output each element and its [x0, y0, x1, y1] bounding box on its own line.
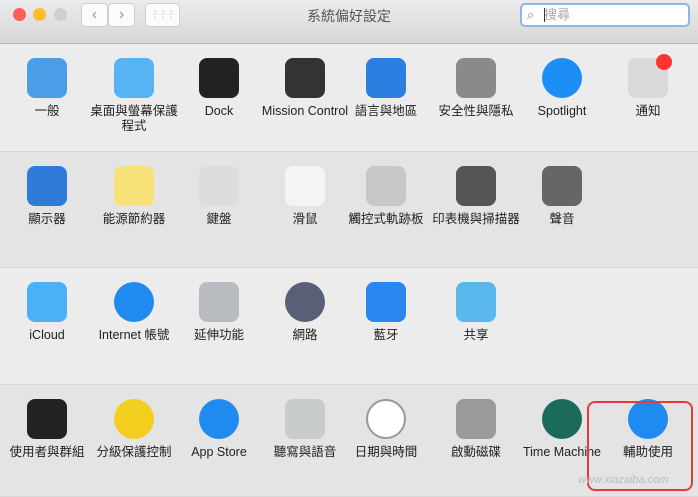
pref-item-label: 滑鼠	[292, 212, 318, 226]
pref-item[interactable]: 安全性與隱私	[432, 58, 520, 119]
pref-item[interactable]: App Store	[175, 399, 263, 460]
pref-item-label: 分級保護控制	[96, 445, 172, 459]
search-icon: ⌕	[527, 7, 535, 22]
pref-item[interactable]: Mission Control	[261, 58, 349, 119]
pref-item-label: 一般	[34, 104, 60, 118]
pref-item[interactable]: 顯示器	[3, 166, 91, 227]
keyboard-icon	[199, 166, 239, 206]
pref-item-label: 日期與時間	[354, 445, 418, 459]
pref-item-label: 印表機與掃描器	[432, 212, 520, 226]
pref-item[interactable]: 使用者與群組	[3, 399, 91, 460]
pref-item-label: 網路	[292, 328, 318, 342]
sharing-icon	[456, 282, 496, 322]
pref-item[interactable]: 滑鼠	[261, 166, 349, 227]
pref-item-label: App Store	[191, 445, 247, 459]
pref-row: iCloud Internet 帳號 延伸功能 網路 藍牙 共享	[0, 268, 698, 385]
bluetooth-icon	[366, 282, 406, 322]
dictation-speech-icon	[285, 399, 325, 439]
users-groups-icon	[27, 399, 67, 439]
search-input[interactable]: ⌕ 搜尋	[520, 3, 690, 27]
trackpad-icon	[366, 166, 406, 206]
internet-accounts-icon	[114, 282, 154, 322]
pref-item[interactable]: Internet 帳號	[90, 282, 178, 343]
extensions-icon	[199, 282, 239, 322]
pref-item[interactable]: 聲音	[518, 166, 606, 227]
pref-item[interactable]: 一般	[3, 58, 91, 119]
pref-item[interactable]: 共享	[432, 282, 520, 343]
dock-icon	[199, 58, 239, 98]
pref-item[interactable]: 藍牙	[342, 282, 430, 343]
security-privacy-icon	[456, 58, 496, 98]
pref-item[interactable]: iCloud	[3, 282, 91, 343]
language-region-icon	[366, 58, 406, 98]
pref-item[interactable]: 能源節約器	[90, 166, 178, 227]
pref-item-label: 啟動磁碟	[450, 445, 501, 459]
pref-row: 一般 桌面與螢幕保護程式 Dock Mission Control 語言與地區 安全性與隱…	[0, 44, 698, 152]
pref-item-label: 桌面與螢幕保護程式	[90, 104, 178, 133]
watermark: www.xiazaiba.com	[578, 474, 669, 486]
pref-item[interactable]: 桌面與螢幕保護程式	[90, 58, 178, 134]
pref-item[interactable]: 語言與地區	[342, 58, 430, 119]
pref-item-label: Internet 帳號	[98, 328, 170, 342]
pref-item[interactable]: 日期與時間	[342, 399, 430, 460]
mission-control-icon	[285, 58, 325, 98]
pref-item[interactable]: 網路	[261, 282, 349, 343]
pref-item[interactable]: 延伸功能	[175, 282, 263, 343]
pref-item[interactable]: 啟動磁碟	[432, 399, 520, 460]
sound-icon	[542, 166, 582, 206]
network-icon	[285, 282, 325, 322]
pref-item[interactable]: 通知	[604, 54, 692, 119]
pref-item[interactable]: 觸控式軌跡板	[342, 166, 430, 227]
pref-item-label: 語言與地區	[354, 104, 418, 118]
pref-item[interactable]: Spotlight	[518, 58, 606, 119]
spotlight-icon	[542, 58, 582, 98]
parental-controls-icon	[114, 399, 154, 439]
printers-scanners-icon	[456, 166, 496, 206]
pref-item-label: 聽寫與語音	[273, 445, 337, 459]
icloud-icon	[27, 282, 67, 322]
mouse-icon	[285, 166, 325, 206]
search-placeholder: 搜尋	[544, 7, 571, 22]
pref-item[interactable]: Dock	[175, 58, 263, 119]
app-store-icon	[199, 399, 239, 439]
startup-disk-icon	[456, 399, 496, 439]
pref-item-label: Mission Control	[261, 104, 349, 118]
pref-item-label: 共享	[463, 328, 489, 342]
text-caret	[544, 8, 545, 22]
time-machine-icon	[542, 399, 582, 439]
pref-item[interactable]: 聽寫與語音	[261, 399, 349, 460]
pref-item-label: iCloud	[29, 328, 65, 342]
title-bar: ‹ › ⋮⋮⋮ 系統偏好設定 ⌕ 搜尋	[0, 0, 698, 44]
pref-item-label: 藍牙	[373, 328, 399, 342]
pref-item-label: 聲音	[549, 212, 575, 226]
pref-item-label: 延伸功能	[193, 328, 244, 342]
date-time-icon	[366, 399, 406, 439]
pref-item[interactable]: 分級保護控制	[90, 399, 178, 460]
pref-item-label: 能源節約器	[102, 212, 166, 226]
energy-saver-icon	[114, 166, 154, 206]
pref-item-label: 通知	[635, 104, 661, 118]
pref-item-label: Dock	[204, 104, 234, 118]
pref-item[interactable]: 印表機與掃描器	[432, 166, 520, 227]
pref-item-label: 使用者與群組	[9, 445, 85, 459]
pref-item-label: 顯示器	[28, 212, 66, 226]
pref-item-label: 鍵盤	[206, 212, 232, 226]
displays-icon	[27, 166, 67, 206]
pref-row: 顯示器 能源節約器 鍵盤 滑鼠 觸控式軌跡板 印表機與掃描器 聲音	[0, 152, 698, 268]
pref-item[interactable]: 鍵盤	[175, 166, 263, 227]
pref-item-label: Spotlight	[537, 104, 587, 118]
desktop-screensaver-icon	[114, 58, 154, 98]
notifications-icon	[628, 54, 672, 98]
pref-item-label: 觸控式軌跡板	[348, 212, 424, 226]
pref-item-label: 安全性與隱私	[438, 104, 514, 118]
general-icon	[27, 58, 67, 98]
